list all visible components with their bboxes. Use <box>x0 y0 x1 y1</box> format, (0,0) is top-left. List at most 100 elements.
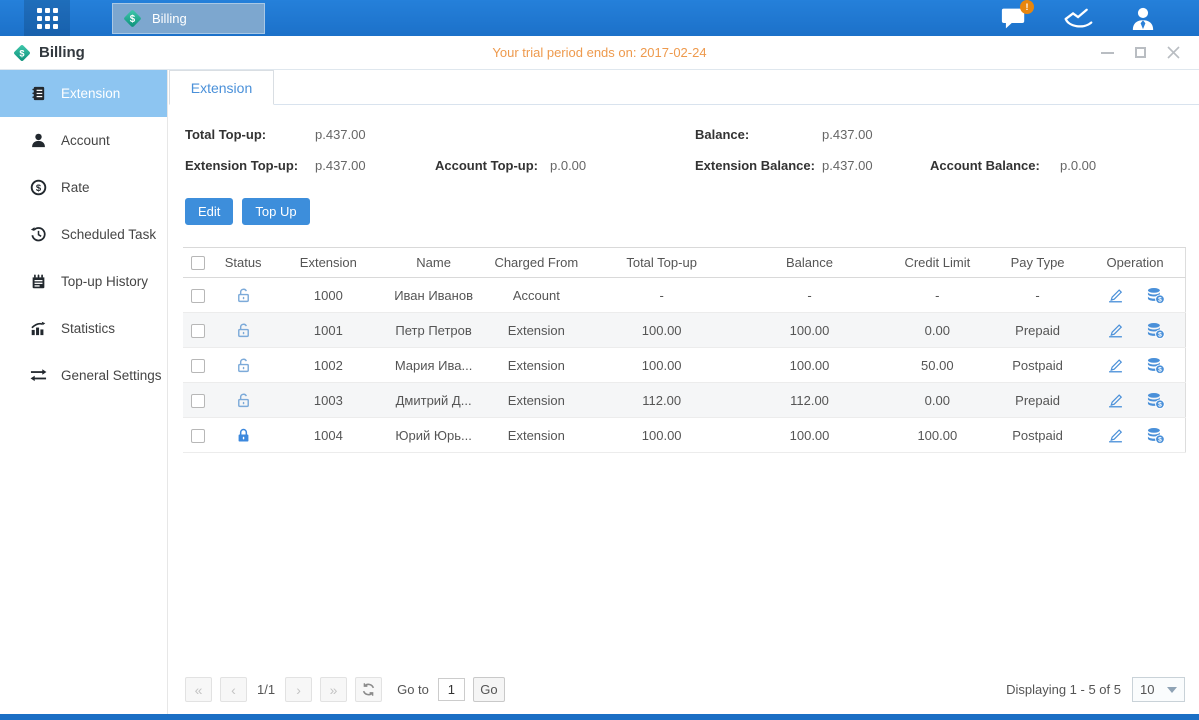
prev-page-button[interactable]: ‹ <box>220 677 247 702</box>
extension-table: StatusExtensionNameCharged FromTotal Top… <box>183 247 1186 453</box>
cell-name: Петр Петров <box>383 313 483 348</box>
edit-icon[interactable] <box>1106 427 1125 443</box>
sidebar-item-label: Statistics <box>61 321 115 336</box>
first-page-button[interactable]: « <box>185 677 212 702</box>
general-settings-icon <box>30 367 48 385</box>
sidebar-item-label: Top-up History <box>61 274 148 289</box>
cell-extension: 1004 <box>273 418 383 453</box>
column-header: Operation <box>1085 248 1185 278</box>
row-checkbox[interactable] <box>191 359 205 373</box>
notification-badge: ! <box>1020 0 1034 14</box>
close-button[interactable] <box>1165 45 1181 61</box>
edit-icon[interactable] <box>1106 322 1125 338</box>
topup-icon[interactable]: $ <box>1146 322 1165 339</box>
sidebar-item-top-up-history[interactable]: Top-up History <box>0 258 167 305</box>
taskbar-tab-label: Billing <box>152 11 187 26</box>
sidebar-item-rate[interactable]: $Rate <box>0 164 167 211</box>
page-size-value: 10 <box>1140 682 1154 697</box>
tabstrip: Extension <box>169 70 1199 105</box>
sidebar-item-account[interactable]: Account <box>0 117 167 164</box>
table-row: 1001Петр ПетровExtension100.00100.000.00… <box>183 313 1186 348</box>
cell-balance: 112.00 <box>734 383 884 418</box>
notifications-button[interactable]: ! <box>997 4 1029 32</box>
topup-icon[interactable]: $ <box>1146 427 1165 444</box>
billing-diamond-icon: $ <box>122 8 143 29</box>
sidebar-item-label: Scheduled Task <box>61 227 156 242</box>
svg-text:$: $ <box>130 14 136 25</box>
tab-extension[interactable]: Extension <box>169 70 274 105</box>
rate-dollar-icon: $ <box>30 179 48 197</box>
goto-page-input[interactable] <box>438 678 465 701</box>
cell-charged-from: Account <box>484 278 589 313</box>
lock-open-icon <box>235 322 252 339</box>
column-header: Pay Type <box>990 248 1085 278</box>
extension-table-body: 1000Иван ИвановAccount----$1001Петр Петр… <box>183 278 1186 453</box>
table-header-row: StatusExtensionNameCharged FromTotal Top… <box>183 248 1186 278</box>
window-titlebar: Your trial period ends on: 2017-02-24 $ … <box>0 36 1199 70</box>
svg-text:$: $ <box>1158 296 1162 303</box>
last-page-button[interactable]: » <box>320 677 347 702</box>
topup-icon[interactable]: $ <box>1146 287 1165 304</box>
minimize-button[interactable] <box>1099 45 1115 61</box>
column-header: Name <box>383 248 483 278</box>
edit-icon[interactable] <box>1106 357 1125 373</box>
user-menu-button[interactable] <box>1127 4 1159 32</box>
cell-name: Мария Ива... <box>383 348 483 383</box>
edit-button[interactable]: Edit <box>185 198 233 225</box>
total-topup-value: p.437.00 <box>315 127 366 142</box>
extension-balance-value: p.437.00 <box>822 158 930 173</box>
close-icon <box>1167 46 1180 59</box>
refresh-icon <box>361 682 376 697</box>
page-size-select[interactable]: 10 <box>1132 677 1185 702</box>
row-checkbox[interactable] <box>191 324 205 338</box>
cell-total-topup: 112.00 <box>589 383 734 418</box>
row-checkbox[interactable] <box>191 289 205 303</box>
select-all-checkbox[interactable] <box>191 256 205 270</box>
cell-credit-limit: 0.00 <box>885 313 990 348</box>
topup-button[interactable]: Top Up <box>242 198 309 225</box>
edit-icon[interactable] <box>1106 392 1125 408</box>
cell-total-topup: 100.00 <box>589 313 734 348</box>
next-page-button[interactable]: › <box>285 677 312 702</box>
cell-charged-from: Extension <box>484 383 589 418</box>
sidebar-item-label: General Settings <box>61 368 162 383</box>
app-launcher-button[interactable] <box>24 0 70 36</box>
cell-balance: - <box>734 278 884 313</box>
cell-total-topup: - <box>589 278 734 313</box>
extension-table-wrap: StatusExtensionNameCharged FromTotal Top… <box>169 225 1199 453</box>
cell-extension: 1000 <box>273 278 383 313</box>
sidebar-item-statistics[interactable]: Statistics <box>0 305 167 352</box>
edit-icon[interactable] <box>1106 287 1125 303</box>
go-button[interactable]: Go <box>473 677 505 702</box>
table-row: 1002Мария Ива...Extension100.00100.0050.… <box>183 348 1186 383</box>
cell-extension: 1003 <box>273 383 383 418</box>
sidebar-item-extension[interactable]: Extension <box>0 70 167 117</box>
topup-icon[interactable]: $ <box>1146 357 1165 374</box>
svg-text:$: $ <box>36 183 42 194</box>
resource-monitor-button[interactable] <box>1062 4 1094 32</box>
cell-credit-limit: 50.00 <box>885 348 990 383</box>
pagination-bar: « ‹ 1/1 › » Go to Go Displaying 1 - 5 of… <box>169 677 1199 714</box>
cell-charged-from: Extension <box>484 348 589 383</box>
account-balance-value: p.0.00 <box>1060 158 1096 173</box>
cell-pay-type: - <box>990 278 1085 313</box>
column-header: Status <box>213 248 273 278</box>
total-topup-label: Total Top-up: <box>185 127 315 142</box>
svg-text:$: $ <box>1158 436 1162 443</box>
sidebar-item-scheduled-task[interactable]: Scheduled Task <box>0 211 167 258</box>
cell-extension: 1001 <box>273 313 383 348</box>
row-checkbox[interactable] <box>191 429 205 443</box>
refresh-button[interactable] <box>355 677 382 702</box>
balance-value: p.437.00 <box>822 127 873 142</box>
row-checkbox[interactable] <box>191 394 205 408</box>
cell-charged-from: Extension <box>484 313 589 348</box>
account-person-icon <box>30 132 48 150</box>
cell-charged-from: Extension <box>484 418 589 453</box>
maximize-button[interactable] <box>1132 45 1148 61</box>
taskbar-tab-billing[interactable]: $ Billing <box>112 3 265 34</box>
cell-credit-limit: - <box>885 278 990 313</box>
svg-text:$: $ <box>1158 331 1162 338</box>
cell-total-topup: 100.00 <box>589 418 734 453</box>
sidebar-item-general-settings[interactable]: General Settings <box>0 352 167 399</box>
topup-icon[interactable]: $ <box>1146 392 1165 409</box>
